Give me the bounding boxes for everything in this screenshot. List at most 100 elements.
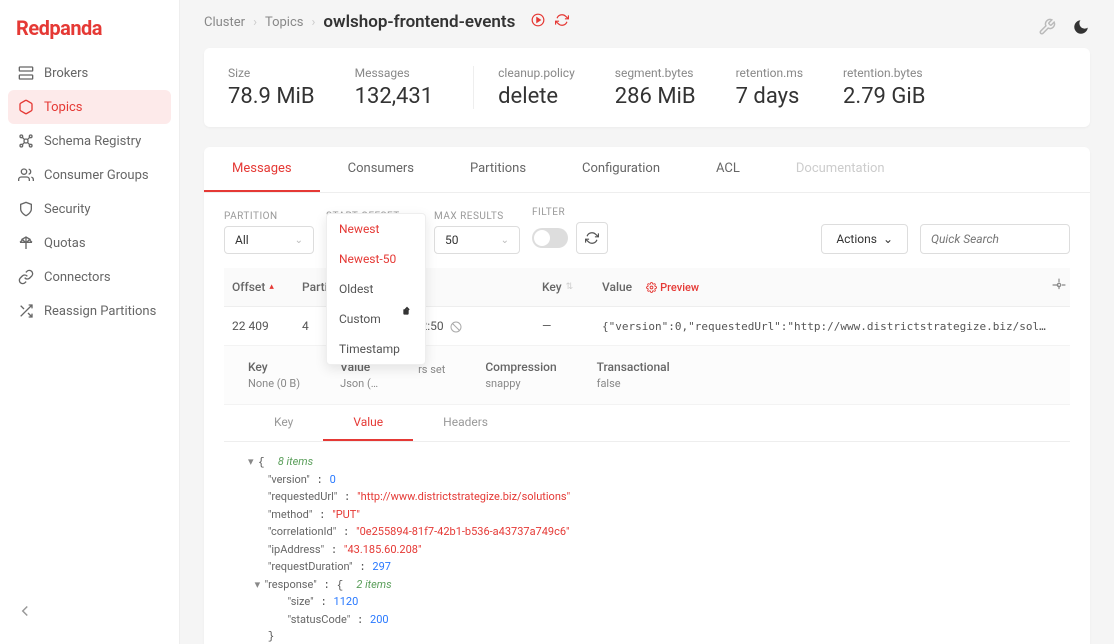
col-value[interactable]: Value Preview xyxy=(594,280,1052,294)
sidebar: Redpanda Brokers Topics Schema Registry Con… xyxy=(0,0,180,644)
expand-icon[interactable]: ▾ xyxy=(248,454,258,471)
tab-messages[interactable]: Messages xyxy=(204,147,320,192)
col-offset[interactable]: Offset ▴ xyxy=(224,280,294,294)
sidebar-item-topics[interactable]: Topics xyxy=(8,90,171,124)
subtab-key[interactable]: Key xyxy=(244,405,323,441)
stat-value: 132,431 xyxy=(355,84,434,109)
stat-Messages: Messages 132,431 xyxy=(355,66,434,109)
detail-subtabs: KeyValueHeaders xyxy=(224,405,1070,442)
filter-toggle[interactable] xyxy=(532,228,568,248)
tab-consumers[interactable]: Consumers xyxy=(320,147,442,192)
stat-value: 286 MiB xyxy=(615,84,696,109)
chevron-down-icon: ⌄ xyxy=(295,235,303,246)
stats-card: Size78.9 MiB Messages 132,431 cleanup.polic… xyxy=(204,48,1090,127)
cell-offset: 22 409 xyxy=(224,319,294,333)
sidebar-item-quotas[interactable]: Quotas xyxy=(8,226,171,260)
tab-documentation: Documentation xyxy=(768,147,913,192)
produce-record-icon[interactable] xyxy=(531,13,545,31)
dropdown-option-newest-50[interactable]: Newest-50 xyxy=(327,244,425,274)
detail-label: Compression xyxy=(485,360,556,374)
stat-segment-bytes: segment.bytes 286 MiB xyxy=(615,66,696,109)
sidebar-item-security[interactable]: Security xyxy=(8,192,171,226)
stat-label: Messages xyxy=(355,66,434,80)
dropdown-option-oldest[interactable]: Oldest xyxy=(327,274,425,304)
shuffle-icon xyxy=(18,303,34,319)
moon-icon[interactable] xyxy=(1072,18,1090,40)
wrench-icon[interactable] xyxy=(1038,18,1056,40)
breadcrumb: Cluster › Topics › owlshop-frontend-even… xyxy=(204,12,1090,32)
actions-button[interactable]: Actions⌄ xyxy=(821,224,908,254)
sidebar-item-label: Brokers xyxy=(44,66,88,81)
detail-value: false xyxy=(597,377,670,390)
stat-retention-ms: retention.ms7 days xyxy=(736,66,803,109)
max-results-label: MAX RESULTS xyxy=(434,211,520,222)
sidebar-item-schema-registry[interactable]: Schema Registry xyxy=(8,124,171,158)
breadcrumb-topics[interactable]: Topics xyxy=(265,15,304,30)
refresh-icon[interactable] xyxy=(555,13,569,31)
cell-value: {"version":0,"requestedUrl":"http://www.… xyxy=(594,320,1070,333)
content-card: MessagesConsumersPartitionsConfiguration… xyxy=(204,147,1090,644)
logo: Redpanda xyxy=(8,12,171,56)
max-results-select[interactable]: 50⌄ xyxy=(434,226,520,254)
sidebar-item-label: Reassign Partitions xyxy=(44,304,156,319)
breadcrumb-root[interactable]: Cluster xyxy=(204,15,245,30)
sidebar-item-label: Topics xyxy=(44,100,83,115)
sidebar-item-label: Security xyxy=(44,202,91,217)
collapse-sidebar-button[interactable] xyxy=(8,594,171,632)
dropdown-option-newest[interactable]: Newest xyxy=(327,214,425,244)
table-settings-button[interactable] xyxy=(1052,278,1070,296)
group-icon xyxy=(18,167,34,183)
stat-label: retention.bytes xyxy=(843,66,925,80)
page-title: owlshop-frontend-events xyxy=(323,12,515,32)
filter-bar: PARTITION All⌄ START OFFSET Newest-50⌄ N… xyxy=(204,193,1090,268)
sidebar-item-label: Quotas xyxy=(44,236,86,251)
detail-label: Key xyxy=(248,360,300,374)
chevron-down-icon: ⌄ xyxy=(501,235,509,246)
top-right-actions xyxy=(1038,18,1090,40)
stat-label: retention.ms xyxy=(736,66,803,80)
tabs: MessagesConsumersPartitionsConfiguration… xyxy=(204,147,1090,193)
stat-retention-bytes: retention.bytes2.79 GiB xyxy=(843,66,925,109)
dropdown-option-timestamp[interactable]: Timestamp xyxy=(327,334,425,364)
subtab-value[interactable]: Value xyxy=(323,405,413,441)
dropdown-option-custom[interactable]: Custom xyxy=(327,304,425,334)
stat-label: segment.bytes xyxy=(615,66,696,80)
schema-icon xyxy=(18,133,34,149)
shield-icon xyxy=(18,201,34,217)
search-input[interactable] xyxy=(920,224,1070,254)
partition-label: PARTITION xyxy=(224,211,314,222)
detail-compression: Compression snappy xyxy=(485,360,556,390)
partition-select[interactable]: All⌄ xyxy=(224,226,314,254)
tab-configuration[interactable]: Configuration xyxy=(554,147,688,192)
sidebar-item-label: Consumer Groups xyxy=(44,168,149,183)
chevron-right-icon: › xyxy=(253,15,257,30)
sidebar-item-label: Connectors xyxy=(44,270,111,285)
sidebar-item-reassign-partitions[interactable]: Reassign Partitions xyxy=(8,294,171,328)
detail-value: Json (… xyxy=(340,377,378,390)
stat-label: cleanup.policy xyxy=(498,66,575,80)
preview-button[interactable]: Preview xyxy=(646,281,699,294)
sidebar-item-label: Schema Registry xyxy=(44,134,141,149)
stat-Size: Size78.9 MiB xyxy=(228,66,315,109)
sidebar-item-consumer-groups[interactable]: Consumer Groups xyxy=(8,158,171,192)
detail-label: Transactional xyxy=(597,360,670,374)
stat-value: 78.9 MiB xyxy=(228,84,315,109)
box-icon xyxy=(18,99,34,115)
sidebar-item-brokers[interactable]: Brokers xyxy=(8,56,171,90)
col-key[interactable]: Key ⇅ xyxy=(534,280,594,294)
tab-partitions[interactable]: Partitions xyxy=(442,147,554,192)
scale-icon xyxy=(18,235,34,251)
expand-icon[interactable]: ▾ xyxy=(255,577,265,594)
detail-value: snappy xyxy=(485,377,556,390)
chevron-down-icon: ⌄ xyxy=(883,232,893,246)
server-icon xyxy=(18,65,34,81)
stat-cleanup-policy: cleanup.policydelete xyxy=(473,66,575,109)
main-content: Cluster › Topics › owlshop-frontend-even… xyxy=(180,0,1114,644)
chevron-right-icon: › xyxy=(312,15,316,30)
filter-label: FILTER xyxy=(532,207,608,218)
detail-value: None (0 B) xyxy=(248,377,300,390)
refresh-button[interactable] xyxy=(576,222,608,254)
sidebar-item-connectors[interactable]: Connectors xyxy=(8,260,171,294)
subtab-headers[interactable]: Headers xyxy=(413,405,518,441)
tab-acl[interactable]: ACL xyxy=(688,147,768,192)
